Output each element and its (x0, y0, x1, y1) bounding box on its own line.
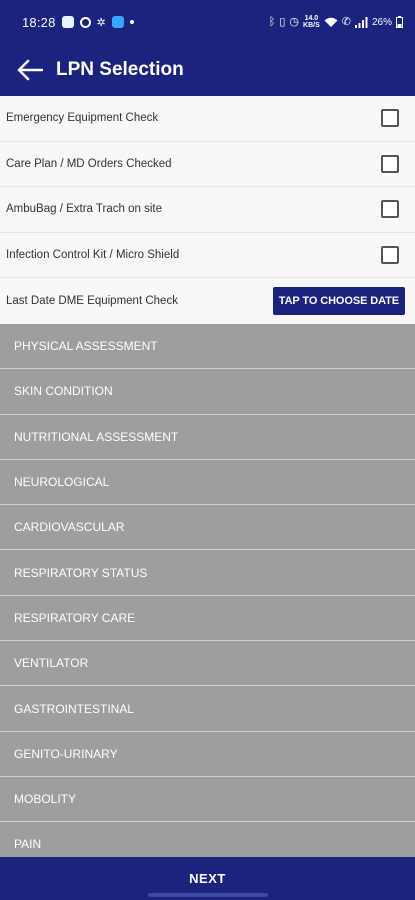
infection-control-checkbox[interactable] (381, 245, 399, 264)
wifi-icon (324, 17, 338, 27)
alarm-icon: ◷ (289, 15, 300, 28)
app-bar: LPN Selection (0, 44, 415, 96)
status-time: 18:28 (22, 14, 56, 30)
gear-icon: ✲ (96, 16, 106, 29)
section-respiratory-status[interactable]: RESPIRATORY STATUS (0, 550, 415, 596)
bluetooth-icon: ᛒ (268, 15, 276, 28)
section-cardiovascular[interactable]: CARDIOVASCULAR (0, 505, 415, 551)
checklist-row-care-plan: Care Plan / MD Orders Checked (0, 141, 415, 187)
speed-value: 14.0 (304, 15, 319, 22)
network-speed: 14.0 KB/S (303, 15, 320, 29)
checklist-label: Infection Control Kit / Micro Shield (6, 248, 180, 261)
section-neurological[interactable]: NEUROLOGICAL (0, 459, 415, 506)
checklist-label: AmbuBag / Extra Trach on site (6, 203, 162, 216)
section-physical-assessment[interactable]: PHYSICAL ASSESSMENT (0, 324, 415, 370)
section-list: PHYSICAL ASSESSMENT SKIN CONDITION NUTRI… (0, 324, 415, 858)
section-nutritional-assessment[interactable]: NUTRITIONAL ASSESSMENT (0, 414, 415, 460)
section-skin-condition[interactable]: SKIN CONDITION (0, 369, 415, 415)
checklist-row-infection-control: Infection Control Kit / Micro Shield (0, 232, 415, 278)
status-right: ᛒ ▯ ◷ 14.0 KB/S ✆ 26% (269, 15, 403, 29)
back-button[interactable] (16, 56, 44, 84)
care-plan-checkbox[interactable] (381, 154, 399, 173)
signal-icon (354, 16, 368, 28)
section-genito-urinary[interactable]: GENITO-URINARY (0, 731, 415, 777)
checklist-label: Emergency Equipment Check (6, 112, 159, 125)
emergency-equipment-checkbox[interactable] (381, 109, 399, 128)
dme-date-row: Last Date DME Equipment Check TAP TO CHO… (0, 278, 415, 324)
checklist-label: Care Plan / MD Orders Checked (6, 157, 172, 170)
circle-app-icon (79, 16, 91, 28)
section-gastrointestinal[interactable]: GASTROINTESTINAL (0, 686, 415, 732)
next-label: NEXT (189, 871, 226, 886)
status-left: 18:28 ✲ (22, 15, 134, 30)
message-icon (61, 16, 74, 28)
battery-text: 26% (371, 16, 392, 28)
call-icon: ✆ (341, 15, 351, 28)
section-ventilator[interactable]: VENTILATOR (0, 641, 415, 687)
dot-icon (129, 20, 134, 24)
page-title: LPN Selection (56, 59, 184, 80)
battery-icon (396, 16, 403, 28)
section-mobolity[interactable]: MOBOLITY (0, 776, 415, 823)
checklist-row-ambubag: AmbuBag / Extra Trach on site (0, 187, 415, 233)
status-bar: 18:28 ✲ ᛒ ▯ ◷ 14.0 KB/S ✆ 26% (0, 0, 415, 44)
section-respiratory-care[interactable]: RESPIRATORY CARE (0, 595, 415, 642)
checklist-row-emergency-equipment: Emergency Equipment Check (0, 96, 415, 142)
checklist: Emergency Equipment Check Care Plan / MD… (0, 96, 415, 324)
dme-date-label: Last Date DME Equipment Check (6, 294, 178, 307)
vibrate-icon: ▯ (279, 15, 286, 28)
home-indicator[interactable] (148, 893, 268, 897)
section-pain[interactable]: PAIN (0, 822, 415, 858)
ambubag-checkbox[interactable] (381, 200, 399, 219)
blue-app-icon (111, 16, 124, 28)
back-arrow-icon (17, 59, 43, 81)
speed-unit: KB/S (303, 22, 320, 29)
choose-date-button[interactable]: TAP TO CHOOSE DATE (272, 286, 405, 315)
